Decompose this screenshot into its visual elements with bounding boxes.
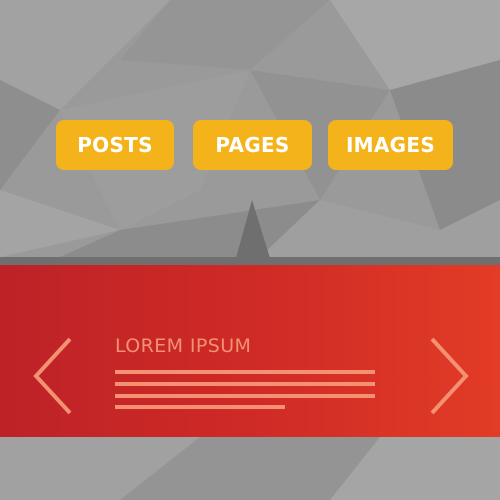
slider-next-button[interactable] bbox=[428, 335, 470, 422]
text-placeholder-line bbox=[115, 405, 285, 409]
text-placeholder-line bbox=[115, 370, 375, 374]
chevron-left-icon bbox=[33, 337, 72, 415]
slide-title: LOREM IPSUM bbox=[115, 335, 252, 357]
text-placeholder-line bbox=[115, 394, 375, 398]
divider-bar bbox=[0, 257, 500, 265]
slider-prev-button[interactable] bbox=[32, 335, 74, 422]
chevron-right-icon bbox=[430, 337, 469, 415]
pointer-triangle bbox=[236, 200, 270, 258]
text-placeholder-line bbox=[115, 382, 375, 386]
